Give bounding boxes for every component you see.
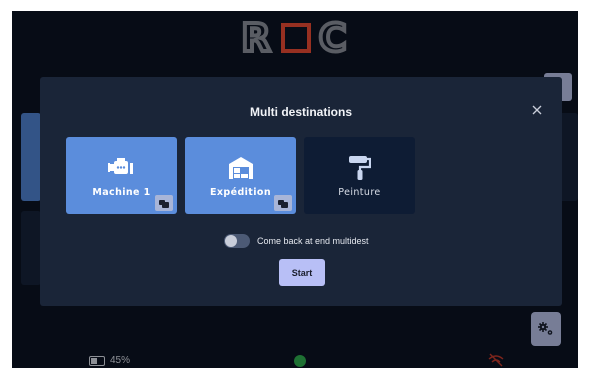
- destination-tiles: Machine 1 Expédition Peinture: [66, 137, 415, 214]
- destination-label: Expédition: [209, 186, 271, 198]
- close-button[interactable]: [530, 103, 544, 117]
- reorder-button[interactable]: [274, 195, 292, 211]
- reorder-button[interactable]: [155, 195, 173, 211]
- come-back-toggle[interactable]: [224, 234, 250, 248]
- modal-title: Multi destinations: [250, 105, 352, 119]
- destination-tile-machine-1[interactable]: Machine 1: [66, 137, 177, 214]
- come-back-toggle-row: Come back at end multidest: [224, 234, 369, 248]
- multi-destinations-modal: Multi destinations Machine 1 Expédition …: [40, 77, 562, 306]
- stack-icon: [278, 199, 288, 208]
- destination-label: Machine 1: [92, 186, 151, 198]
- warehouse-icon: [228, 156, 253, 179]
- stack-icon: [159, 199, 169, 208]
- toggle-label: Come back at end multidest: [257, 236, 369, 246]
- destination-tile-peinture[interactable]: Peinture: [304, 137, 415, 214]
- toggle-knob: [225, 235, 237, 247]
- start-button[interactable]: Start: [279, 259, 325, 286]
- paint-roller-icon: [348, 155, 371, 180]
- machine-icon: [107, 157, 133, 174]
- destination-label: Peinture: [338, 186, 381, 198]
- app-screen: R C 45% Multi destinations Machine 1 Exp…: [12, 11, 578, 368]
- close-icon: [532, 105, 542, 115]
- destination-tile-expedition[interactable]: Expédition: [185, 137, 296, 214]
